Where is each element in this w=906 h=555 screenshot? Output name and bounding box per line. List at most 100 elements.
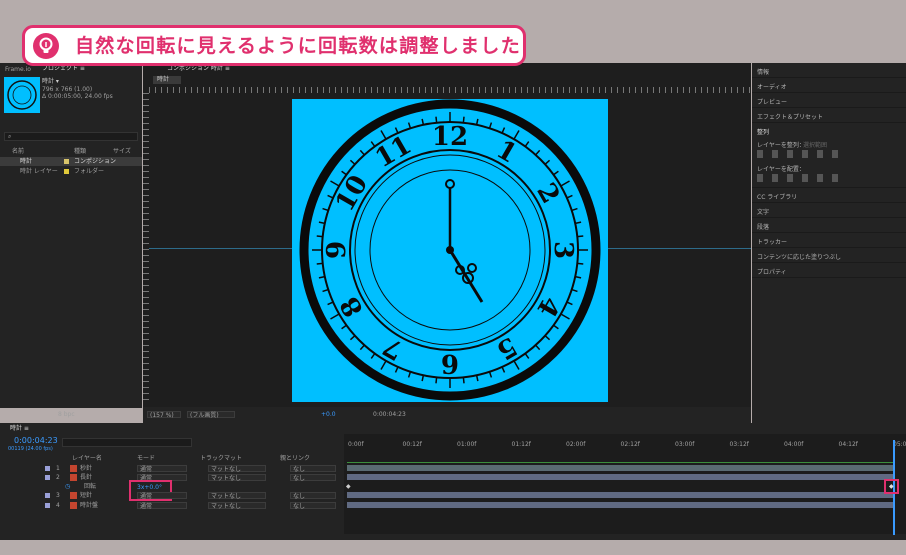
comp-name[interactable]: 時計 ▾ xyxy=(42,79,59,85)
keyframe-end[interactable]: ◆ xyxy=(889,484,894,490)
clock-tick xyxy=(501,366,506,373)
properties-panel[interactable]: プロパティ xyxy=(757,267,787,276)
horizontal-ruler[interactable] xyxy=(149,87,751,93)
clock-tick xyxy=(577,262,584,265)
mode-dropdown[interactable]: 通常 xyxy=(137,492,187,500)
ruler-label: 03:12f xyxy=(729,441,749,448)
composition-viewer: コンポジション 時計 ≡ 時計 12 1 2 3 4 5 6 7 8 9 10 11 xyxy=(143,63,751,423)
trackmatte-dropdown[interactable]: マットなし xyxy=(208,502,266,510)
frameio-tab[interactable]: Frame.io xyxy=(5,67,31,73)
clock-tick xyxy=(544,335,551,341)
clock-tick xyxy=(571,207,578,212)
list-item[interactable]: 時計 コンポジション xyxy=(0,157,142,166)
parent-dropdown[interactable]: なし xyxy=(290,465,336,473)
distribute-layers-label: レイヤーを配置： xyxy=(757,166,805,173)
character-panel[interactable]: 文字 xyxy=(757,207,769,216)
trackmatte-dropdown[interactable]: マットなし xyxy=(208,492,266,500)
list-item[interactable]: 時計 レイヤー フォルダー xyxy=(0,167,142,176)
clock-tick xyxy=(318,221,325,225)
clock-tick xyxy=(359,344,365,351)
work-area-bar[interactable] xyxy=(347,462,895,463)
track-bar[interactable] xyxy=(347,502,895,508)
tracker-panel[interactable]: トラッカー xyxy=(757,237,787,246)
layer-number: 3 xyxy=(56,492,60,499)
paragraph-panel[interactable]: 段落 xyxy=(757,222,769,231)
clock-numeral: 7 xyxy=(378,330,409,365)
clock-numeral: 8 xyxy=(335,291,370,322)
project-panel: Frame.io プロジェクト ≡ 時計 ▾ 796 x 766 (1.00) … xyxy=(0,63,142,418)
track-bar[interactable] xyxy=(347,492,895,498)
effects-presets-panel[interactable]: エフェクト＆プリセット xyxy=(757,112,823,121)
zoom-value: (157 %) xyxy=(150,412,174,419)
timeline-timecode[interactable]: 0:00:04:23 xyxy=(14,437,58,445)
viewer-toolbar: (157 %) (フル画質) +0.0 0:00:04:23 xyxy=(143,407,751,423)
align-target-dropdown[interactable]: 選択範囲 xyxy=(803,140,827,149)
clock-tick xyxy=(380,130,387,140)
comp-subtab[interactable]: 時計 xyxy=(153,76,181,84)
clock-tick xyxy=(370,353,376,359)
clock-tick xyxy=(322,288,329,293)
viewer-timecode[interactable]: 0:00:04:23 xyxy=(373,412,406,418)
time-ruler[interactable]: 0:00f 00:12f 01:00f 01:12f 02:00f 02:12f 03:00… xyxy=(344,442,906,452)
timeline-frames: 00119 (24.00 fps) xyxy=(8,446,53,452)
project-search-input[interactable]: ⌕ xyxy=(4,132,138,141)
mode-dropdown[interactable]: 通常 xyxy=(137,502,187,510)
track-bar[interactable] xyxy=(347,465,895,471)
layer-number: 4 xyxy=(56,502,60,509)
mode-dropdown[interactable]: 通常 xyxy=(137,465,187,473)
clock-tick xyxy=(475,118,479,125)
matte-value: マットなし xyxy=(211,493,242,500)
banner-text: 自然な回転に見えるように回転数は調整しました xyxy=(75,35,522,57)
zoom-dropdown[interactable]: (157 %) xyxy=(147,411,181,419)
audio-panel[interactable]: オーディオ xyxy=(757,82,787,91)
col-name[interactable]: 名前 xyxy=(12,149,24,155)
trackmatte-dropdown[interactable]: マットなし xyxy=(208,474,266,482)
col-type[interactable]: 種類 xyxy=(74,149,86,155)
clock-numeral: 1 xyxy=(491,135,522,170)
bpc-label[interactable]: 8 bpc xyxy=(58,412,75,418)
mode-value: 通常 xyxy=(140,493,153,500)
comp-canvas[interactable]: 12 1 2 3 4 5 6 7 8 9 10 11 xyxy=(292,99,608,402)
resolution-dropdown[interactable]: (フル画質) xyxy=(187,411,235,419)
clock-tick xyxy=(553,170,559,176)
col-trackmatte[interactable]: トラックマット xyxy=(200,456,242,462)
item-name: 時計 レイヤー xyxy=(20,168,58,175)
clock-tick xyxy=(359,149,365,156)
layer-row[interactable]: 3 短針 通常 マットなし なし xyxy=(0,491,344,501)
parent-dropdown[interactable]: なし xyxy=(290,492,336,500)
cc-libraries-panel[interactable]: CC ライブラリ xyxy=(757,192,797,201)
layer-type-icon xyxy=(70,465,77,472)
keyframe-start[interactable]: ◆ xyxy=(346,484,351,490)
clock-face: 12 12 3 45 6 78 9 1011 xyxy=(299,99,601,401)
trackmatte-dropdown[interactable]: マットなし xyxy=(208,465,266,473)
parent-value: なし xyxy=(293,503,306,510)
align-panel-title[interactable]: 整列 xyxy=(757,127,769,136)
preview-panel[interactable]: プレビュー xyxy=(757,97,787,106)
layer-row[interactable]: 4 時計盤 通常 マットなし なし xyxy=(0,501,344,511)
content-aware-fill-panel[interactable]: コンテンツに応じた塗りつぶし xyxy=(757,252,841,261)
align-buttons[interactable] xyxy=(757,150,843,158)
parent-dropdown[interactable]: なし xyxy=(290,502,336,510)
timeline-tab[interactable]: 時計 ≡ xyxy=(10,426,29,432)
info-panel[interactable]: 情報 xyxy=(757,67,769,76)
stopwatch-icon[interactable]: ◷ xyxy=(65,484,70,490)
project-tab[interactable]: プロジェクト ≡ xyxy=(42,66,85,72)
label-color xyxy=(64,169,69,174)
vertical-ruler[interactable] xyxy=(143,93,149,401)
layer-number: 2 xyxy=(56,474,60,481)
layer-number: 1 xyxy=(56,465,60,472)
col-mode[interactable]: モード xyxy=(137,456,155,462)
viewer-tab[interactable]: コンポジション 時計 ≡ xyxy=(167,66,230,72)
clock-tick xyxy=(535,344,541,351)
clock-tick xyxy=(421,375,425,382)
matte-value: マットなし xyxy=(211,503,242,510)
col-parent[interactable]: 親とリンク xyxy=(280,456,310,462)
exposure-value[interactable]: +0.0 xyxy=(321,412,336,418)
parent-dropdown[interactable]: なし xyxy=(290,474,336,482)
distribute-buttons[interactable] xyxy=(757,174,843,182)
col-layer-name[interactable]: レイヤー名 xyxy=(72,456,102,462)
track-bar[interactable] xyxy=(347,474,895,480)
layer-search-input[interactable] xyxy=(62,438,192,447)
col-size[interactable]: サイズ xyxy=(113,149,131,155)
clock-tick xyxy=(513,360,520,370)
